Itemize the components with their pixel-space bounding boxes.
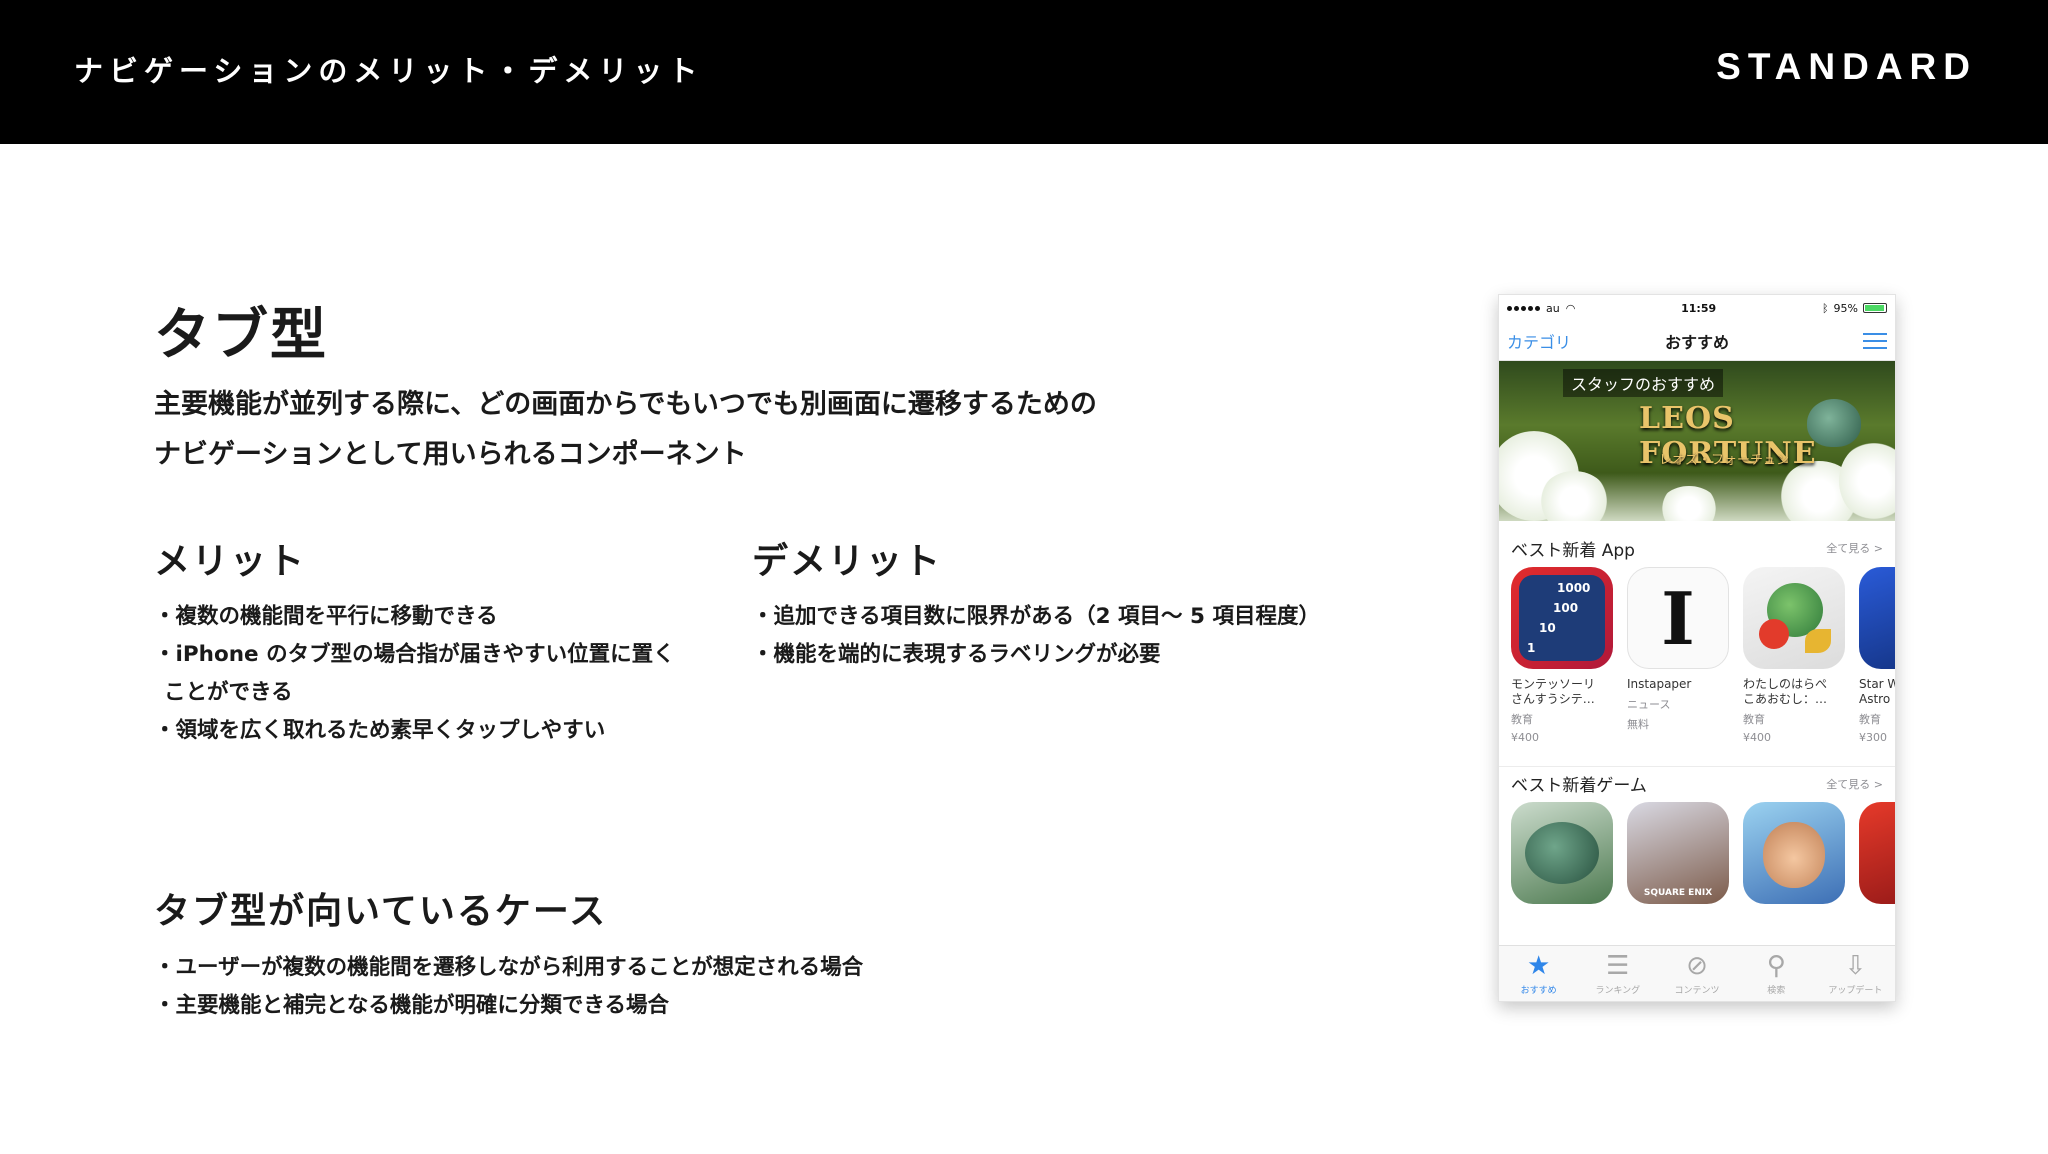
game-card[interactable] — [1859, 802, 1895, 904]
nav-bar: カテゴリ おすすめ — [1499, 321, 1895, 361]
star-icon: ★ — [1526, 950, 1551, 981]
ranking-list-icon: ☰ — [1606, 950, 1630, 981]
header-bar: ナビゲーションのメリット・デメリット STANDARD — [0, 0, 2048, 144]
merit-heading: メリット — [154, 541, 307, 582]
app-category: ニュース — [1627, 698, 1671, 711]
status-time: 11:59 — [1681, 301, 1717, 315]
app-category: 教育 — [1859, 713, 1881, 726]
game-card[interactable] — [1743, 802, 1845, 904]
compass-icon: ⊘ — [1686, 950, 1708, 981]
list-item: iPhone のタブ型の場合指が届きやすい位置に置くことができる — [164, 636, 694, 712]
caterpillar-app-icon — [1743, 567, 1845, 669]
app-category: 教育 — [1743, 713, 1765, 726]
app-price: ¥300 — [1859, 731, 1887, 744]
banner-subtitle: レオズ・フォーチュン — [1659, 453, 1790, 468]
app-store-screenshot: au ◠ 11:59 ᛒ 95% カテゴリ おすすめ スタッフのおすすめ LEO… — [1498, 294, 1896, 1002]
demerit-heading: デメリット — [752, 541, 943, 582]
game-card[interactable]: SQUARE ENIX — [1627, 802, 1729, 904]
app-name: わたしのはらぺ こあおむし：… — [1743, 677, 1828, 706]
game-card[interactable] — [1511, 802, 1613, 904]
battery-percent: 95% — [1833, 301, 1858, 315]
signal-icon — [1507, 305, 1540, 311]
slide-title: タブ型 — [154, 303, 328, 368]
tab-featured[interactable]: ★ おすすめ — [1499, 946, 1578, 1001]
featured-banner[interactable]: スタッフのおすすめ LEOS FORTUNE レオズ・フォーチュン — [1499, 361, 1895, 521]
app-card[interactable]: わたしのはらぺ こあおむし：… 教育 ¥400 — [1743, 567, 1845, 744]
app-price: 無料 — [1627, 718, 1649, 731]
section-title: ベスト新着 App — [1511, 540, 1635, 561]
lead-line: ナビゲーションとして用いられるコンポーネント — [154, 439, 747, 470]
see-all-link[interactable]: 全て見る > — [1826, 540, 1883, 556]
suited-heading: タブ型が向いているケース — [154, 891, 608, 932]
tab-contents[interactable]: ⊘ コンテンツ — [1657, 946, 1736, 1001]
instapaper-icon: I — [1627, 567, 1729, 669]
section-title: ベスト新着ゲーム — [1511, 776, 1647, 796]
app-card[interactable]: 1000 100 10 1 モンテッソーリ さんすうシテ… 教育 ¥400 — [1511, 567, 1613, 744]
merit-list: 複数の機能間を平行に移動できる iPhone のタブ型の場合指が届きやすい位置に… — [164, 598, 694, 750]
tab-label: ランキング — [1595, 985, 1641, 996]
tab-ranking[interactable]: ☰ ランキング — [1578, 946, 1657, 1001]
suited-list: ユーザーが複数の機能間を遷移しながら利用することが想定される場合 主要機能と補完… — [164, 949, 864, 1025]
lead-text: 主要機能が並列する際に、どの画面からでもいつでも別画面に遷移するための ナビゲー… — [154, 380, 1254, 480]
see-all-link[interactable]: 全て見る > — [1826, 776, 1883, 792]
categories-button[interactable]: カテゴリ — [1507, 329, 1571, 353]
leos-fortune-icon — [1511, 802, 1613, 904]
app-card[interactable]: Star W Astro 教育 ¥300 — [1859, 567, 1895, 744]
tab-label: アップデート — [1828, 985, 1883, 996]
list-item: 主要機能と補完となる機能が明確に分類できる場合 — [164, 987, 863, 1025]
red-game-icon — [1859, 802, 1895, 904]
download-icon: ⇩ — [1844, 950, 1867, 981]
tab-label: コンテンツ — [1674, 985, 1720, 996]
app-price: ¥400 — [1743, 731, 1771, 744]
list-item: 追加できる項目数に限界がある（2 項目〜 5 項目程度） — [762, 598, 1320, 636]
app-row: 1000 100 10 1 モンテッソーリ さんすうシテ… 教育 ¥400 I … — [1499, 565, 1895, 744]
section-header: ベスト新着ゲーム 全て見る > — [1499, 766, 1895, 800]
list-item: 複数の機能間を平行に移動できる — [164, 598, 694, 636]
search-icon: ⚲ — [1766, 950, 1786, 981]
app-card[interactable]: I Instapaper ニュース 無料 — [1627, 567, 1729, 744]
publisher-tag: SQUARE ENIX — [1643, 888, 1713, 898]
list-item: 機能を端的に表現するラベリングが必要 — [762, 636, 1320, 674]
status-bar: au ◠ 11:59 ᛒ 95% — [1499, 295, 1895, 321]
tab-label: おすすめ — [1520, 985, 1557, 996]
bluetooth-icon: ᛒ — [1821, 301, 1829, 315]
banner-label: スタッフのおすすめ — [1563, 369, 1724, 397]
app-price: ¥400 — [1511, 731, 1539, 744]
demerit-list: 追加できる項目数に限界がある（2 項目〜 5 項目程度） 機能を端的に表現するラ… — [762, 598, 1320, 674]
lead-line: 主要機能が並列する際に、どの画面からでもいつでも別画面に遷移するための — [154, 389, 1097, 420]
battery-icon — [1863, 303, 1887, 313]
app-name: Instapaper — [1627, 677, 1692, 691]
tab-bar: ★ おすすめ ☰ ランキング ⊘ コンテンツ ⚲ 検索 ⇩ アップデート — [1499, 945, 1895, 1001]
game-row: SQUARE ENIX — [1499, 800, 1895, 904]
astronomy-app-icon — [1859, 567, 1895, 669]
app-name: モンテッソーリ さんすうシテ… — [1511, 677, 1596, 706]
brand-logo: STANDARD — [1716, 46, 1977, 87]
carrier-label: au — [1546, 301, 1560, 315]
list-item: 領域を広く取れるため素早くタップしやすい — [164, 712, 694, 750]
tab-label: 検索 — [1767, 985, 1786, 996]
list-item: ユーザーが複数の機能間を遷移しながら利用することが想定される場合 — [164, 949, 864, 987]
math-app-icon: 1000 100 10 1 — [1511, 567, 1613, 669]
app-category: 教育 — [1511, 713, 1533, 726]
tab-search[interactable]: ⚲ 検索 — [1737, 946, 1816, 1001]
rpg-game-icon: SQUARE ENIX — [1627, 802, 1729, 904]
app-name: Star W Astro — [1859, 677, 1895, 706]
goggles-game-icon — [1743, 802, 1845, 904]
wifi-icon: ◠ — [1565, 301, 1576, 315]
list-icon[interactable] — [1863, 332, 1887, 349]
tab-updates[interactable]: ⇩ アップデート — [1816, 946, 1895, 1001]
section-header: ベスト新着 App 全て見る > — [1499, 531, 1895, 565]
header-title: ナビゲーションのメリット・デメリット — [74, 54, 704, 88]
